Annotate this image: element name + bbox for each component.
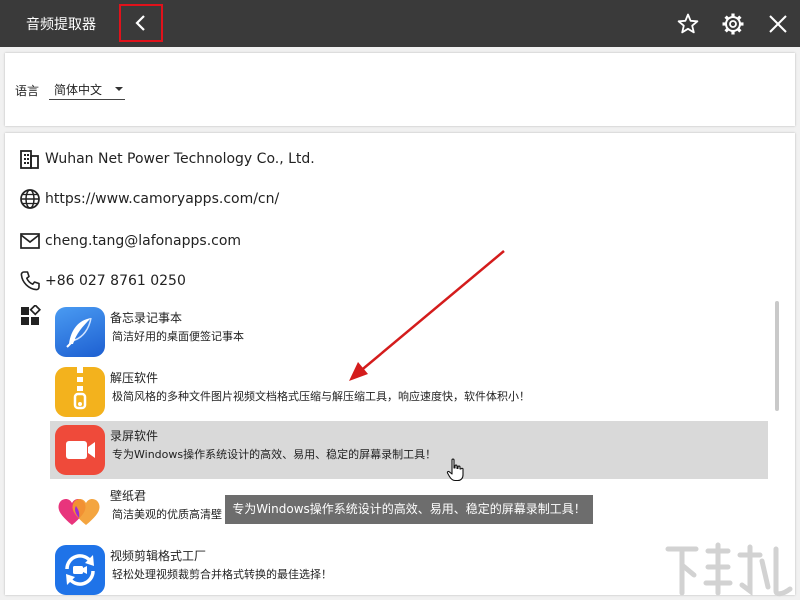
- app-name: 视频剪辑格式工厂: [110, 549, 207, 563]
- app-name: 录屏软件: [110, 429, 159, 443]
- website-link[interactable]: https://www.camoryapps.com/cn/: [45, 191, 279, 207]
- mail-icon: [20, 233, 40, 249]
- language-selected-value: 简体中文: [54, 83, 103, 97]
- app-desc: 简洁好用的桌面便签记事本: [112, 330, 244, 343]
- company-name: Wuhan Net Power Technology Co., Ltd.: [45, 151, 315, 167]
- language-label: 语言: [15, 84, 40, 98]
- close-icon[interactable]: [766, 12, 790, 36]
- app-item-unzip[interactable]: 解压软件 极简风格的多种文件图片视频文档格式压缩与解压缩工具，响应速度快，软件体…: [50, 363, 768, 421]
- chevron-left-icon: [135, 15, 145, 31]
- hand-cursor-icon: [446, 458, 464, 482]
- hearts-icon: [55, 485, 105, 535]
- zipper-icon: [55, 367, 105, 417]
- app-desc: 极简风格的多种文件图片视频文档格式压缩与解压缩工具，响应速度快，软件体积小！: [112, 390, 530, 403]
- watermark-logo: [665, 542, 793, 597]
- app-name: 壁纸君: [110, 489, 147, 503]
- language-select[interactable]: 简体中文: [49, 78, 125, 100]
- app-list: 备忘录记事本 简洁好用的桌面便签记事本 解压软件 极简风格的多种文件图片视频文档…: [50, 303, 768, 595]
- star-icon[interactable]: [676, 12, 700, 36]
- globe-icon: [20, 189, 40, 209]
- back-button[interactable]: [119, 4, 163, 42]
- video-camera-icon: [55, 425, 105, 475]
- app-name: 备忘录记事本: [110, 311, 183, 325]
- apps-grid-icon: [21, 305, 41, 325]
- app-desc: 专为Windows操作系统设计的高效、易用、稳定的屏幕录制工具！: [112, 448, 437, 461]
- caret-down-icon: [115, 87, 123, 91]
- app-item-memo[interactable]: 备忘录记事本 简洁好用的桌面便签记事本: [50, 303, 768, 361]
- app-name: 解压软件: [110, 371, 159, 385]
- gear-icon[interactable]: [721, 12, 745, 36]
- phone-number: +86 027 8761 0250: [45, 273, 186, 289]
- feather-icon: [55, 307, 105, 357]
- app-desc: 简洁美观的优质高清壁: [112, 508, 222, 521]
- app-item-screen-recorder[interactable]: 录屏软件 专为Windows操作系统设计的高效、易用、稳定的屏幕录制工具！: [50, 421, 768, 479]
- title-bar: 音频提取器: [0, 0, 800, 47]
- app-title: 音频提取器: [26, 17, 96, 33]
- language-panel: 语言 简体中文: [5, 53, 795, 126]
- about-panel: Wuhan Net Power Technology Co., Ltd. htt…: [5, 133, 795, 595]
- app-tooltip: 专为Windows操作系统设计的高效、易用、稳定的屏幕录制工具！: [225, 495, 593, 524]
- refresh-video-icon: [55, 545, 105, 595]
- app-desc: 轻松处理视频裁剪合并格式转换的最佳选择！: [112, 568, 332, 581]
- phone-icon: [20, 271, 40, 291]
- app-item-video-editor[interactable]: 视频剪辑格式工厂 轻松处理视频裁剪合并格式转换的最佳选择！: [50, 541, 768, 595]
- building-icon: [20, 150, 39, 169]
- email-address[interactable]: cheng.tang@lafonapps.com: [45, 233, 241, 249]
- app-list-scrollbar[interactable]: [775, 301, 779, 411]
